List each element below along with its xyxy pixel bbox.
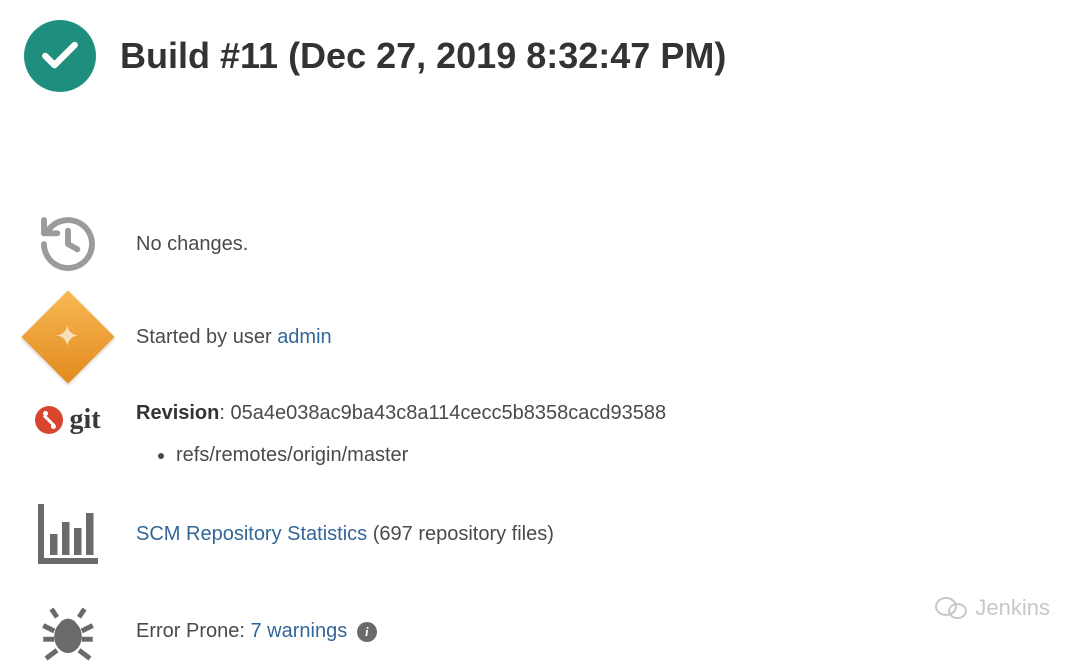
revision-sep: : (219, 402, 230, 424)
errorprone-text: Error Prone: 7 warnings i (136, 616, 377, 646)
revision-hash: 05a4e038ac9ba43c8a114cecc5b8358cacd93588 (230, 402, 666, 424)
cause-text: Started by user admin (136, 322, 332, 352)
build-details: No changes. ✦ Started by user admin git … (20, 212, 1060, 664)
changes-text: No changes. (136, 229, 248, 259)
scm-suffix: (697 repository files) (367, 523, 554, 545)
scm-text: SCM Repository Statistics (697 repositor… (136, 519, 554, 549)
errorprone-row: Error Prone: 7 warnings i (28, 598, 1060, 664)
cause-user-link[interactable]: admin (277, 326, 331, 348)
watermark-text: Jenkins (975, 595, 1050, 621)
bug-icon (28, 598, 108, 664)
git-ref: refs/remotes/origin/master (176, 440, 666, 470)
git-text-block: Revision: 05a4e038ac9ba43c8a114cecc5b835… (136, 398, 666, 470)
git-icon: git (28, 404, 108, 436)
build-header: Build #11 (Dec 27, 2019 8:32:47 PM) (20, 20, 1060, 92)
git-row: git Revision: 05a4e038ac9ba43c8a114cecc5… (28, 398, 1060, 470)
cause-prefix: Started by user (136, 326, 277, 348)
scm-stats-link[interactable]: SCM Repository Statistics (136, 523, 367, 545)
revision-label: Revision (136, 402, 219, 424)
history-icon (28, 212, 108, 276)
build-success-icon (24, 20, 96, 92)
changes-row: No changes. (28, 212, 1060, 276)
watermark: Jenkins (935, 595, 1050, 621)
cause-icon: ✦ (28, 304, 108, 370)
wechat-icon (935, 595, 967, 621)
chart-icon (28, 498, 108, 570)
scm-row: SCM Repository Statistics (697 repositor… (28, 498, 1060, 570)
build-title: Build #11 (Dec 27, 2019 8:32:47 PM) (120, 35, 726, 77)
cause-row: ✦ Started by user admin (28, 304, 1060, 370)
